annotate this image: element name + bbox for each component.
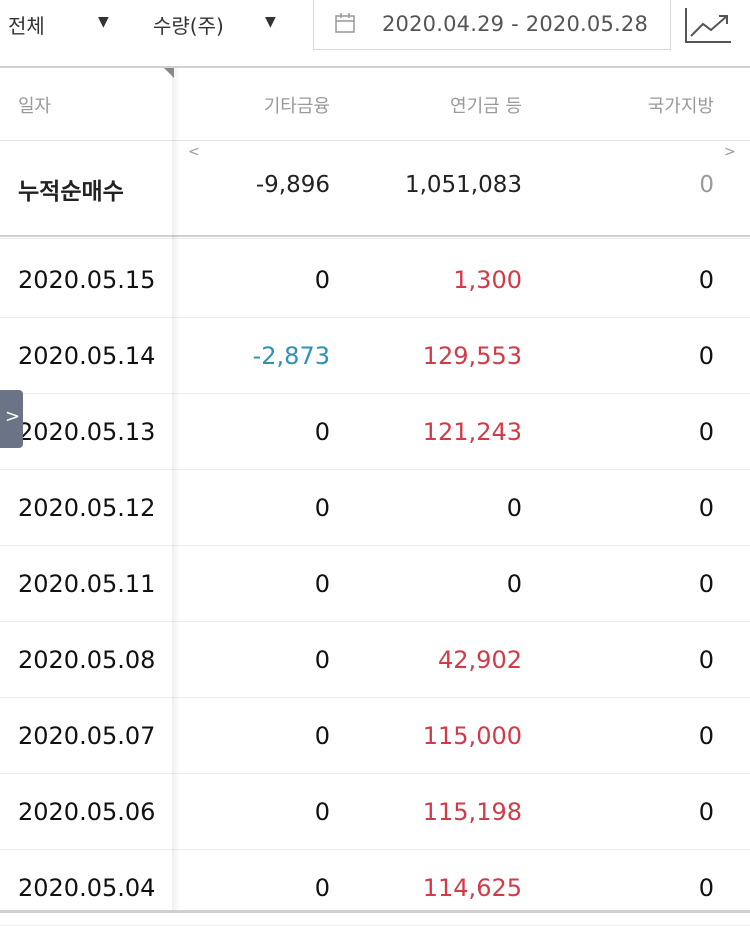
table-row[interactable]: 2020.05.11 0 0 0 (0, 546, 750, 622)
summary-divider-light (0, 238, 750, 239)
summary-government: 0 (699, 172, 714, 198)
row-other-finance: 0 (314, 570, 330, 598)
header-pension[interactable]: 연기금 등 (450, 92, 522, 118)
row-pension: 42,902 (438, 646, 522, 674)
row-date: 2020.05.12 (18, 494, 156, 522)
header-government[interactable]: 국가지방 (648, 92, 714, 118)
header-other-finance[interactable]: 기타금융 (264, 92, 330, 118)
summary-divider (0, 235, 750, 237)
summary-other-finance: -9,896 (255, 172, 330, 198)
side-drawer-tab[interactable]: > (0, 390, 23, 448)
caret-down-icon: ▼ (98, 14, 109, 30)
summary-label: 누적순매수 (18, 179, 124, 205)
frozen-column-shadow (172, 68, 180, 913)
row-government: 0 (698, 266, 714, 294)
row-government: 0 (698, 722, 714, 750)
table-row[interactable]: 2020.05.12 0 0 0 (0, 470, 750, 546)
row-government: 0 (698, 646, 714, 674)
row-other-finance: -2,873 (252, 342, 330, 370)
row-government: 0 (698, 798, 714, 826)
row-other-finance: 0 (314, 494, 330, 522)
table-row[interactable]: 2020.05.04 0 114,625 0 (0, 850, 750, 926)
line-chart-icon[interactable] (683, 6, 733, 46)
unit-dropdown[interactable]: 수량(주) ▼ (153, 10, 276, 39)
summary-pension: 1,051,083 (404, 172, 522, 198)
row-date: 2020.05.08 (18, 646, 156, 674)
toolbar: 전체 ▼ 수량(주) ▼ 2020.04.29 - 2020.05.28 (0, 0, 750, 66)
row-other-finance: 0 (314, 798, 330, 826)
row-date: 2020.05.13 (18, 418, 156, 446)
row-government: 0 (698, 570, 714, 598)
calendar-icon (335, 13, 355, 33)
header-date: 일자 (18, 96, 52, 117)
row-other-finance: 0 (314, 266, 330, 294)
row-pension: 1,300 (453, 266, 522, 294)
unit-label: 수량(주) (153, 14, 224, 38)
row-date: 2020.05.04 (18, 874, 156, 902)
row-other-finance: 0 (314, 418, 330, 446)
row-pension: 115,000 (422, 722, 522, 750)
row-other-finance: 0 (314, 646, 330, 674)
corner-marker (164, 68, 174, 78)
table-row[interactable]: 2020.05.13 0 121,243 0 (0, 394, 750, 470)
row-pension: 0 (506, 570, 522, 598)
table-row[interactable]: 2020.05.14 -2,873 129,553 0 (0, 318, 750, 394)
row-date: 2020.05.15 (18, 266, 156, 294)
date-range-text: 2020.04.29 - 2020.05.28 (382, 12, 649, 36)
table-row[interactable]: 2020.05.07 0 115,000 0 (0, 698, 750, 774)
table-row[interactable]: 2020.05.15 0 1,300 0 (0, 242, 750, 318)
row-date: 2020.05.06 (18, 798, 156, 826)
row-date: 2020.05.11 (18, 570, 156, 598)
row-pension: 129,553 (422, 342, 522, 370)
chevron-right-icon: > (5, 406, 21, 427)
row-pension: 121,243 (422, 418, 522, 446)
row-other-finance: 0 (314, 874, 330, 902)
caret-down-icon: ▼ (265, 14, 276, 30)
row-pension: 0 (506, 494, 522, 522)
row-other-finance: 0 (314, 722, 330, 750)
table-row[interactable]: 2020.05.06 0 115,198 0 (0, 774, 750, 850)
row-pension: 115,198 (422, 798, 522, 826)
table-row[interactable]: 2020.05.08 0 42,902 0 (0, 622, 750, 698)
row-pension: 114,625 (422, 874, 522, 902)
table-header: 일자 기타금융 연기금 등 국가지방 (0, 68, 750, 140)
date-range-picker[interactable]: 2020.04.29 - 2020.05.28 (313, 0, 671, 50)
row-government: 0 (698, 874, 714, 902)
row-government: 0 (698, 494, 714, 522)
row-date: 2020.05.07 (18, 722, 156, 750)
filter-all-dropdown[interactable]: 전체 ▼ (8, 10, 109, 39)
row-date: 2020.05.14 (18, 342, 156, 370)
row-government: 0 (698, 342, 714, 370)
filter-all-label: 전체 (8, 14, 45, 38)
row-government: 0 (698, 418, 714, 446)
summary-row: 누적순매수 -9,896 1,051,083 0 (0, 141, 750, 235)
